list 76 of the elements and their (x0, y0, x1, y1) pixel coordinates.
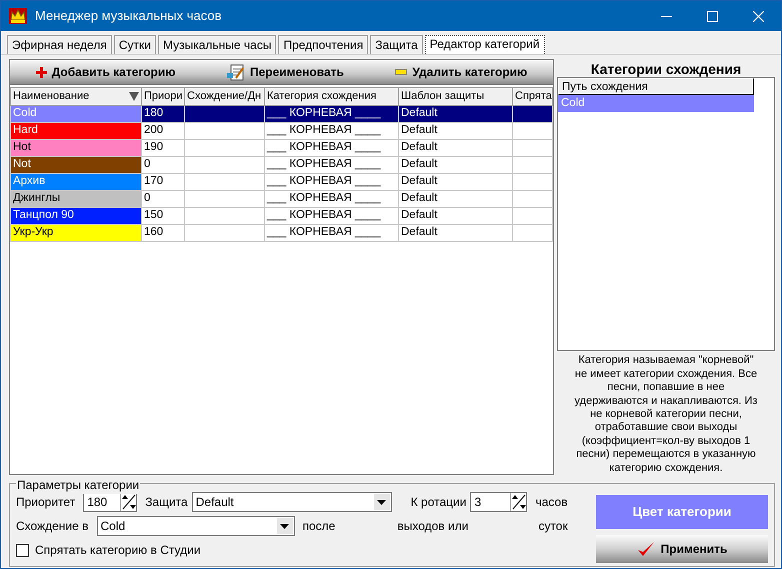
field-label: К ротации (410, 494, 466, 511)
field-label: суток (538, 518, 568, 535)
tab[interactable]: Сутки (114, 35, 156, 54)
table-cell: 160 (142, 224, 184, 241)
table-cell: ___ КОРНЕВАЯ ____ (264, 207, 398, 224)
table-cell: 150 (142, 207, 184, 224)
table-cell: 180 (142, 105, 184, 122)
column-header[interactable]: Приори (142, 88, 184, 105)
table-cell: Hard (10, 122, 142, 139)
table-cell: ___ КОРНЕВАЯ ____ (264, 190, 398, 207)
column-header[interactable]: Спрята (512, 88, 552, 105)
table-cell: ___ КОРНЕВАЯ ____ (264, 122, 398, 139)
table-cell: Default (398, 105, 512, 122)
spin-field[interactable]: 180 (83, 492, 138, 512)
table-cell: Cold (10, 105, 142, 122)
table-cell: 190 (142, 139, 184, 156)
table-cell: 0 (142, 156, 184, 173)
maximize-icon (706, 10, 718, 22)
table-cell: Джинглы (10, 190, 142, 207)
apply-button[interactable]: Применить (596, 535, 768, 563)
table-cell: Default (398, 224, 512, 241)
minus-icon (395, 69, 408, 75)
tab[interactable]: Редактор категорий (424, 35, 545, 54)
field-label: выходов или (397, 518, 468, 535)
table-cell: ___ КОРНЕВАЯ ____ (264, 156, 398, 173)
help-text: Категория называемая "корневой" не имеет категории схождения. Все песни, попавшие в нее удерживаются и накапливаются. Из не корневой категории песни, отработавшие свои выходы (коэффициент=кол-ву выходов 1 песни) перемещаются в указанную категорию схождения. (574, 353, 758, 475)
checkbox-label: Спрятать категорию в Студии (35, 542, 201, 559)
spin-field[interactable]: 3 (470, 492, 528, 512)
table-cell: Default (398, 207, 512, 224)
dropdown-field[interactable]: Cold (96, 516, 294, 536)
tab[interactable]: Защита (370, 35, 423, 54)
notepad-icon (226, 64, 245, 80)
tab[interactable]: Эфирная неделя (7, 35, 112, 54)
checkmark-icon (636, 541, 655, 557)
rename-button[interactable]: Переименовать (222, 63, 348, 81)
plus-icon (36, 66, 47, 78)
table-cell: Default (398, 156, 512, 173)
table-cell: Hot (10, 139, 142, 156)
table-cell: ___ КОРНЕВАЯ ____ (264, 105, 398, 122)
tab[interactable]: Музыкальные часы (158, 35, 276, 54)
table-cell: Танцпол 90 (10, 207, 142, 224)
column-header[interactable]: Путь схождения (558, 78, 754, 95)
checkbox[interactable] (16, 544, 29, 556)
column-header[interactable]: Категория схождения (264, 88, 398, 105)
delete-button[interactable]: Удалить категорию (391, 63, 532, 81)
table-cell: Архив (10, 173, 142, 190)
window-title: Менеджер музыкальных часов (35, 7, 223, 26)
table-cell: ___ КОРНЕВАЯ ____ (264, 173, 398, 190)
table-cell: Default (398, 139, 512, 156)
tab[interactable]: Предпочтения (278, 35, 368, 54)
table-cell: ___ КОРНЕВАЯ ____ (264, 224, 398, 241)
dropdown-field[interactable]: Default (192, 492, 392, 512)
column-header[interactable]: Наименование (10, 88, 142, 105)
close-icon (752, 10, 764, 22)
field-label: Приоритет (16, 494, 76, 511)
field-label: после (302, 518, 336, 535)
column-header[interactable]: Схождение/Дн (184, 88, 264, 105)
table-cell: 170 (142, 173, 184, 190)
crown-icon (9, 8, 27, 24)
field-label: Защита (145, 494, 188, 511)
field-label: часов (535, 494, 568, 511)
add-button[interactable]: Добавить категорию (32, 63, 180, 81)
spin-icon[interactable] (120, 493, 136, 511)
table-cell: 0 (142, 190, 184, 207)
spin-icon[interactable] (510, 493, 526, 511)
table-cell: Default (398, 173, 512, 190)
table-cell: ___ КОРНЕВАЯ ____ (264, 139, 398, 156)
table-cell: Укр-Укр (10, 224, 142, 241)
sort-icon (129, 92, 139, 101)
table-cell: Default (398, 190, 512, 207)
table-cell: 200 (142, 122, 184, 139)
panel-title: Категории схождения (590, 61, 742, 77)
table-cell: Default (398, 122, 512, 139)
column-header[interactable]: Шаблон защиты (398, 88, 512, 105)
field-label: Схождение в (16, 518, 88, 535)
table-cell: Not (10, 156, 142, 173)
